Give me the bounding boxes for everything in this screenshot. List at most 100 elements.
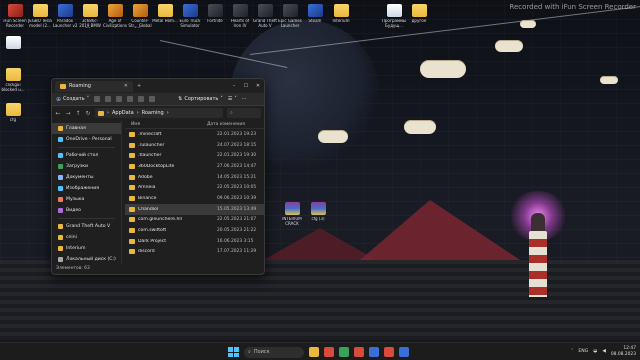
- view-button[interactable]: ☰ ˅: [228, 96, 237, 102]
- desktop-icon[interactable]: clickgui blocked u...: [0, 68, 26, 92]
- desktop-icon[interactable]: Interium: [328, 4, 354, 24]
- file-row[interactable]: .tlauncher 22.01.2023 19:30: [125, 150, 264, 161]
- desktop-icon[interactable]: Counter-Str... Global Offe...: [127, 4, 153, 28]
- desktop-icon[interactable]: Hearts of Iron IV: [227, 4, 253, 28]
- nav-item[interactable]: Загрузки: [52, 161, 121, 172]
- plus-icon: ⊕: [56, 95, 62, 103]
- new-tab-icon[interactable]: +: [137, 83, 141, 89]
- paste-icon[interactable]: [116, 96, 123, 102]
- nav-item-label: Изображения: [66, 186, 99, 191]
- column-date[interactable]: Дата изменения: [207, 122, 245, 127]
- nav-item[interactable]: Документы: [52, 172, 121, 183]
- up-icon[interactable]: ↑: [75, 110, 81, 117]
- file-row[interactable]: .minecraft 22.01.2023 19:23: [125, 129, 264, 140]
- rename-icon[interactable]: [127, 96, 134, 102]
- desktop-icon[interactable]: другое: [406, 4, 432, 24]
- desktop-icon[interactable]: Программы Будущ...: [381, 4, 407, 28]
- desktop-icon[interactable]: iFun Screen Recorder: [2, 4, 28, 28]
- nav-item[interactable]: Главная: [52, 123, 121, 134]
- desktop-icon[interactable]: Steam: [302, 4, 328, 24]
- desktop-icon[interactable]: Grand Theft Auto V: [252, 4, 278, 28]
- nav-item[interactable]: Музыка: [52, 194, 121, 205]
- new-button[interactable]: ⊕ Создать ˅: [56, 96, 89, 103]
- nav-item[interactable]: Interium: [52, 243, 121, 254]
- home-icon: [58, 126, 63, 131]
- network-icon[interactable]: ◒: [593, 349, 597, 354]
- nav-item-label: Музыка: [66, 197, 85, 202]
- file-row[interactable]: com.gleunchere.hll 22.05.2023 21:07: [125, 215, 264, 226]
- file-row[interactable]: Amneia 22.05.2023 10:05: [125, 182, 264, 193]
- refresh-icon[interactable]: ↻: [85, 110, 91, 117]
- recorder-icon[interactable]: [384, 347, 394, 357]
- file-row[interactable]: com.swiftoft 20.05.2023 21:22: [125, 225, 264, 236]
- tab-roaming[interactable]: Roaming ✕: [55, 80, 133, 92]
- minimize-icon[interactable]: –: [228, 83, 240, 89]
- desktop-icon[interactable]: Epic Games Launcher: [277, 4, 303, 28]
- opera-icon[interactable]: [354, 347, 364, 357]
- file-row[interactable]: 360DocktopLite 27.06.2023 14:47: [125, 161, 264, 172]
- copy-icon[interactable]: [105, 96, 112, 102]
- cut-icon[interactable]: [94, 96, 101, 102]
- file-date: 24.07.2023 18:15: [217, 142, 257, 148]
- desktop-icon[interactable]: cfg (3): [305, 202, 331, 222]
- nav-item[interactable]: Grand Theft Auto V: [52, 221, 121, 232]
- forward-icon[interactable]: →: [65, 110, 71, 117]
- desktop-icon[interactable]: cfg: [0, 103, 26, 123]
- yandex-icon[interactable]: [324, 347, 334, 357]
- desktop-icon[interactable]: Fortnite: [202, 4, 228, 24]
- file-row[interactable]: Chandiol 15.05.2023 13:49: [125, 203, 264, 215]
- nav-item[interactable]: Изображения: [52, 183, 121, 194]
- clock[interactable]: 12:47 08.08.2023: [611, 346, 636, 357]
- folder-icon: [129, 153, 135, 159]
- desktop-icon[interactable]: [0, 36, 26, 51]
- explorer-icon[interactable]: [309, 347, 319, 357]
- file-explorer-window[interactable]: Roaming ✕ + – ☐ ✕ ⊕ Создать ˅ ⇅ Сортиров…: [51, 78, 265, 275]
- close-icon[interactable]: ✕: [252, 83, 264, 89]
- desktop-icon[interactable]: 3c686c-2019 BMW 58...: [77, 4, 103, 28]
- cloud-icon: [58, 137, 63, 142]
- paradox-icon: [57, 4, 73, 17]
- search-field[interactable]: ⌕: [227, 108, 261, 118]
- folder-icon: [129, 228, 135, 234]
- nav-item[interactable]: OneDrive - Personal: [52, 134, 121, 145]
- chevron-up-icon[interactable]: ˄: [571, 349, 573, 354]
- chrome-icon[interactable]: [339, 347, 349, 357]
- steam-icon[interactable]: [399, 347, 409, 357]
- back-icon[interactable]: ←: [55, 110, 61, 117]
- more-icon[interactable]: ···: [242, 96, 247, 102]
- desktop-icon[interactable]: JEGBO Tesla model (2...: [27, 4, 53, 28]
- taskbar-search[interactable]: ⌕ Поиск: [244, 346, 304, 358]
- file-row[interactable]: discord 17.07.2023 11:29: [125, 247, 264, 258]
- desktop-icon[interactable]: Age of Civilizations II: [102, 4, 128, 28]
- column-name[interactable]: Имя: [125, 122, 207, 127]
- folder-icon: [5, 103, 21, 116]
- delete-icon[interactable]: [149, 96, 156, 102]
- share-icon[interactable]: [138, 96, 145, 102]
- nav-item[interactable]: Видео: [52, 205, 121, 216]
- wallpaper-cloud: [318, 130, 348, 143]
- desktop-icon[interactable]: Euro Truck Simulator: [177, 4, 203, 28]
- close-tab-icon[interactable]: ✕: [124, 83, 128, 89]
- nav-item[interactable]: cnini: [52, 232, 121, 243]
- language-indicator[interactable]: ENG: [578, 349, 588, 354]
- desktop-icon[interactable]: Paradox Launcher v2: [52, 4, 78, 28]
- sort-button[interactable]: ⇅ Сортировать ˅: [178, 96, 223, 102]
- breadcrumb-roaming[interactable]: Roaming: [142, 110, 164, 116]
- maximize-icon[interactable]: ☐: [240, 83, 252, 89]
- desktop-icon[interactable]: INTERIUM CRACK: [279, 202, 305, 226]
- store-icon[interactable]: [369, 347, 379, 357]
- address-field[interactable]: › AppData › Roaming ›: [95, 108, 223, 118]
- file-row[interactable]: Dark Project 16.06.2023 3:15: [125, 236, 264, 247]
- file-row[interactable]: Binance 09.06.2023 10:39: [125, 193, 264, 204]
- start-button[interactable]: [227, 346, 239, 358]
- file-row[interactable]: .rulauncher 24.07.2023 18:15: [125, 140, 264, 151]
- breadcrumb-appdata[interactable]: AppData: [112, 110, 134, 116]
- file-name: .minecraft: [138, 131, 162, 137]
- desktop-icon[interactable]: Metal Hom...: [152, 4, 178, 24]
- file-row[interactable]: Adobe 14.05.2023 15:21: [125, 172, 264, 183]
- nav-item[interactable]: Рабочий стол: [52, 150, 121, 161]
- file-name: Adobe: [138, 174, 153, 180]
- volume-icon[interactable]: ◀: [602, 349, 606, 354]
- search-icon: ⌕: [248, 349, 251, 355]
- taskbar-apps: [309, 347, 409, 357]
